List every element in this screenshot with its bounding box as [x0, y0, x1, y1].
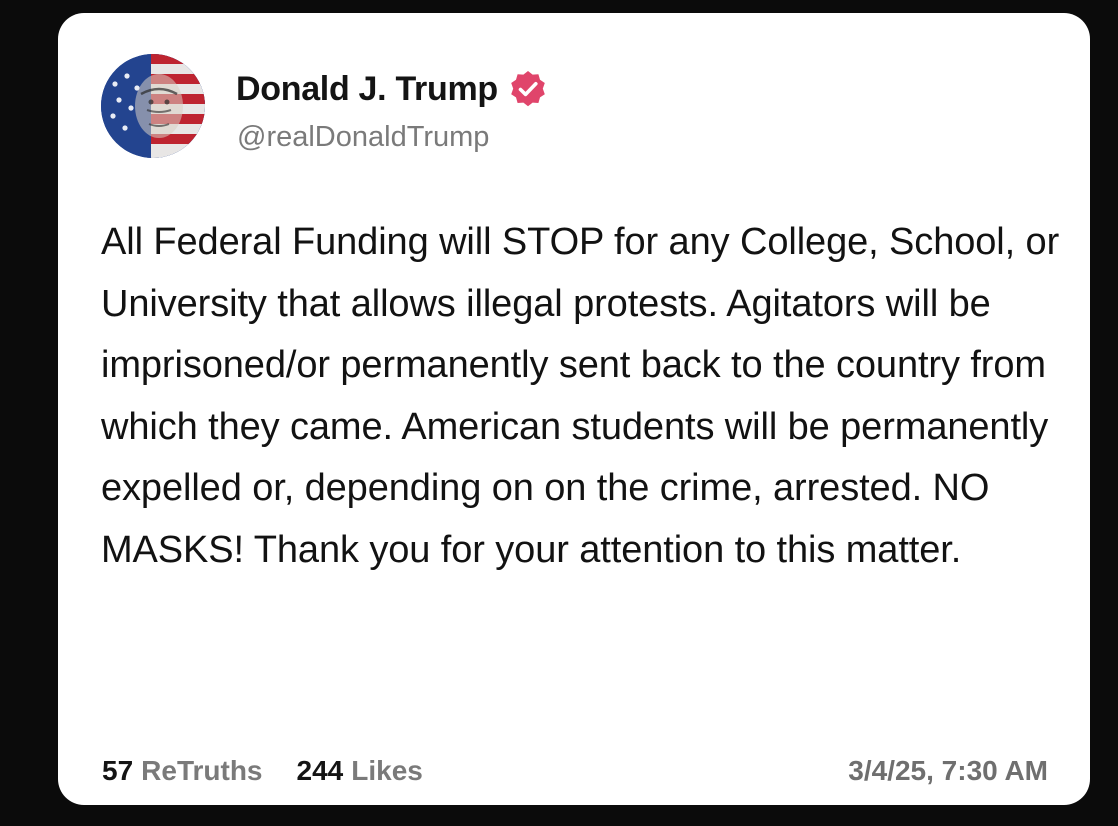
likes-count: 244	[296, 755, 344, 786]
author-handle[interactable]: @realDonaldTrump	[237, 121, 489, 154]
retruths-label: ReTruths	[141, 755, 263, 786]
retruths-count: 57	[102, 755, 134, 786]
screen: Donald J. Trump @realDonaldTrump All Fed…	[0, 0, 1118, 826]
retruths-stat[interactable]: 57 ReTruths	[102, 755, 263, 787]
post-stats: 57 ReTruths 244 Likes	[102, 755, 423, 787]
post-timestamp[interactable]: 3/4/25, 7:30 AM	[848, 755, 1048, 787]
author-name-row: Donald J. Trump	[236, 67, 548, 111]
likes-stat[interactable]: 244 Likes	[297, 755, 423, 787]
post-text: All Federal Funding will STOP for any Co…	[101, 221, 1060, 571]
likes-label: Likes	[351, 755, 423, 786]
avatar[interactable]	[101, 54, 205, 158]
post-card: Donald J. Trump @realDonaldTrump All Fed…	[58, 13, 1090, 805]
verified-badge-icon	[508, 69, 548, 109]
avatar-image	[101, 54, 205, 158]
display-name[interactable]: Donald J. Trump	[236, 70, 498, 109]
